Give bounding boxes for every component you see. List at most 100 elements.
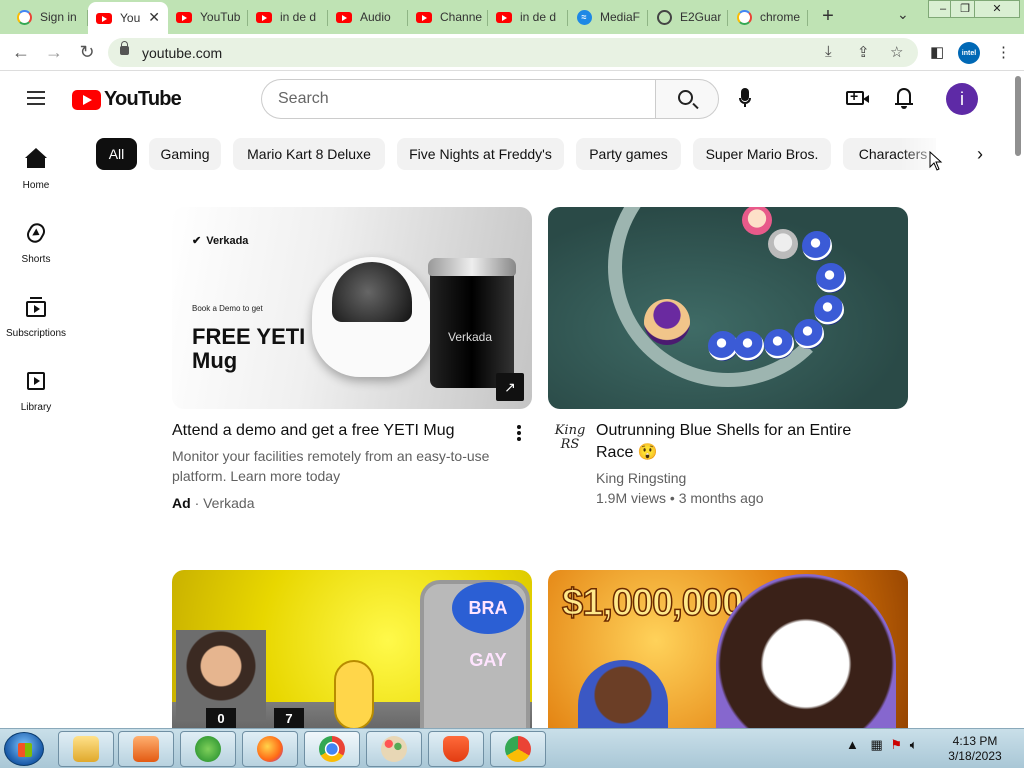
tab-sign-in[interactable]: Sign in	[8, 2, 88, 32]
menu-hamburger-icon[interactable]	[27, 91, 45, 105]
create-video-icon[interactable]	[846, 88, 869, 105]
google-icon	[736, 9, 752, 25]
video-thumbnail-mario-kart[interactable]	[548, 207, 908, 409]
chip-gaming[interactable]: Gaming	[149, 138, 221, 170]
score-counter: 0	[206, 708, 236, 730]
more-options-icon[interactable]	[515, 425, 523, 445]
subscriptions-icon	[25, 296, 47, 318]
youtube-logo[interactable]: YouTube	[72, 88, 182, 111]
mug-label: Verkada	[448, 330, 493, 344]
tab-audio[interactable]: Audio	[328, 2, 408, 32]
ad-thumbnail[interactable]: Verkada Book a Demo to get FREE YETI Mug…	[172, 207, 532, 409]
youtube-icon	[336, 9, 352, 25]
taskbar-intel-app[interactable]	[180, 731, 236, 767]
ad-byline: Ad · Verkada	[172, 493, 255, 513]
tab-e2guardian[interactable]: E2Guar	[648, 2, 728, 32]
tab-title: Sign in	[40, 10, 77, 24]
notifications-bell-icon[interactable]	[895, 88, 913, 109]
search-input[interactable]	[278, 80, 638, 118]
google-icon	[16, 9, 32, 25]
taskbar-clock[interactable]: 4:13 PM 3/18/2023	[940, 734, 1010, 764]
mediafire-icon: ≈	[576, 9, 592, 25]
thumbnail-headline: $1,000,000	[561, 581, 744, 625]
waluigi-character	[644, 299, 690, 345]
url-text[interactable]: youtube.com	[142, 45, 222, 61]
advertiser-name[interactable]: · Verkada	[195, 495, 255, 511]
account-avatar[interactable]: i	[946, 83, 978, 115]
forward-arrow-icon[interactable]: →	[43, 42, 65, 63]
intel-app-icon	[195, 736, 221, 762]
chip-fnaf[interactable]: Five Nights at Freddy's	[397, 138, 564, 170]
logo-text: YouTube	[104, 88, 182, 110]
address-bar[interactable]: youtube.com ⤓ ⇪ ☆	[108, 38, 918, 67]
taskbar-paint[interactable]	[366, 731, 422, 767]
external-link-icon[interactable]: ↗	[496, 373, 524, 401]
chrome-menu-icon[interactable]: ⋮	[996, 43, 1011, 61]
close-window-button[interactable]: ✕	[974, 0, 1020, 18]
side-panel-icon[interactable]: ◧	[930, 43, 944, 61]
tab-mediafire[interactable]: ≈ MediaF	[568, 2, 648, 32]
chip-all[interactable]: All	[96, 138, 137, 170]
video-meta: 1.9M views • 3 months ago	[596, 490, 764, 506]
guide-item-library[interactable]: Library	[0, 370, 72, 413]
profile-avatar-icon[interactable]: intel	[958, 42, 980, 64]
taskbar-brave[interactable]	[428, 731, 484, 767]
ad-thumb-small-text: Book a Demo to get	[192, 304, 263, 313]
reload-icon[interactable]: ↻	[76, 42, 98, 63]
tab-youtube-active[interactable]: You ✕	[88, 2, 168, 34]
page-scrollbar[interactable]	[1012, 72, 1024, 728]
volume-icon[interactable]: 🔈︎	[910, 737, 918, 752]
tab-title: MediaF	[600, 10, 641, 24]
bookmark-star-icon[interactable]: ☆	[890, 43, 903, 61]
tab-channel[interactable]: Channe	[408, 2, 488, 32]
chip-party-games[interactable]: Party games	[576, 138, 681, 170]
chip-mario-kart[interactable]: Mario Kart 8 Deluxe	[233, 138, 385, 170]
tab-youtube[interactable]: YouTub	[168, 2, 248, 32]
youtube-icon	[176, 9, 192, 25]
chip-super-mario[interactable]: Super Mario Bros.	[693, 138, 831, 170]
youtube-icon	[496, 9, 512, 25]
taskbar-chrome[interactable]	[304, 731, 360, 767]
search-button[interactable]	[655, 79, 719, 119]
chevron-right-icon[interactable]: ›	[970, 144, 990, 164]
verkada-logo: Verkada	[192, 234, 248, 247]
taskbar-media-player[interactable]	[118, 731, 174, 767]
guide-item-home[interactable]: Home	[0, 148, 72, 191]
voice-search-mic-icon[interactable]	[739, 88, 751, 110]
channel-name[interactable]: King Ringsting	[596, 468, 686, 488]
start-button[interactable]	[4, 732, 44, 766]
taskbar-chrome-b[interactable]	[490, 731, 546, 767]
game-logo: BRA GAY	[452, 582, 524, 670]
clock-time: 4:13 PM	[952, 734, 998, 748]
install-app-icon[interactable]: ⤓	[825, 43, 832, 60]
action-center-flag-icon[interactable]: ⚑	[890, 737, 902, 752]
blue-shell	[794, 319, 824, 349]
ad-title[interactable]: Attend a demo and get a free YETI Mug	[172, 420, 502, 442]
globe-icon	[656, 9, 672, 25]
network-icon[interactable]: ▦	[871, 737, 883, 752]
tab-in-de-d[interactable]: in de d	[248, 2, 328, 32]
browser-toolbar: ← → ↻ youtube.com ⤓ ⇪ ☆ ◧ ⋮	[0, 34, 1024, 71]
new-tab-plus-icon[interactable]: +	[818, 5, 838, 28]
blue-shell	[802, 231, 832, 261]
close-tab-icon[interactable]: ✕	[148, 9, 160, 26]
scrollbar-thumb[interactable]	[1015, 76, 1021, 156]
taskbar-firefox[interactable]	[242, 731, 298, 767]
brave-icon	[443, 736, 469, 762]
guide-item-subscriptions[interactable]: Subscriptions	[0, 296, 72, 339]
share-icon[interactable]: ⇪	[857, 43, 870, 61]
video-title[interactable]: Outrunning Blue Shells for an Entire Rac…	[596, 420, 871, 464]
search-box	[261, 79, 656, 119]
channel-avatar[interactable]: King RS	[552, 420, 588, 456]
tab-search-chevron-icon[interactable]: ⌄	[897, 6, 909, 23]
show-hidden-icons-icon[interactable]: ▲	[846, 737, 859, 752]
tab-chrome[interactable]: chrome	[728, 2, 808, 32]
guide-item-shorts[interactable]: Shorts	[0, 220, 72, 265]
lock-icon[interactable]	[120, 41, 129, 55]
shorts-icon	[24, 220, 48, 246]
tab-in-de-d-2[interactable]: in de d	[488, 2, 568, 32]
back-arrow-icon[interactable]: ←	[10, 42, 32, 63]
guide-label: Library	[20, 402, 52, 413]
taskbar-explorer[interactable]	[58, 731, 114, 767]
tab-title: Channe	[440, 10, 483, 24]
